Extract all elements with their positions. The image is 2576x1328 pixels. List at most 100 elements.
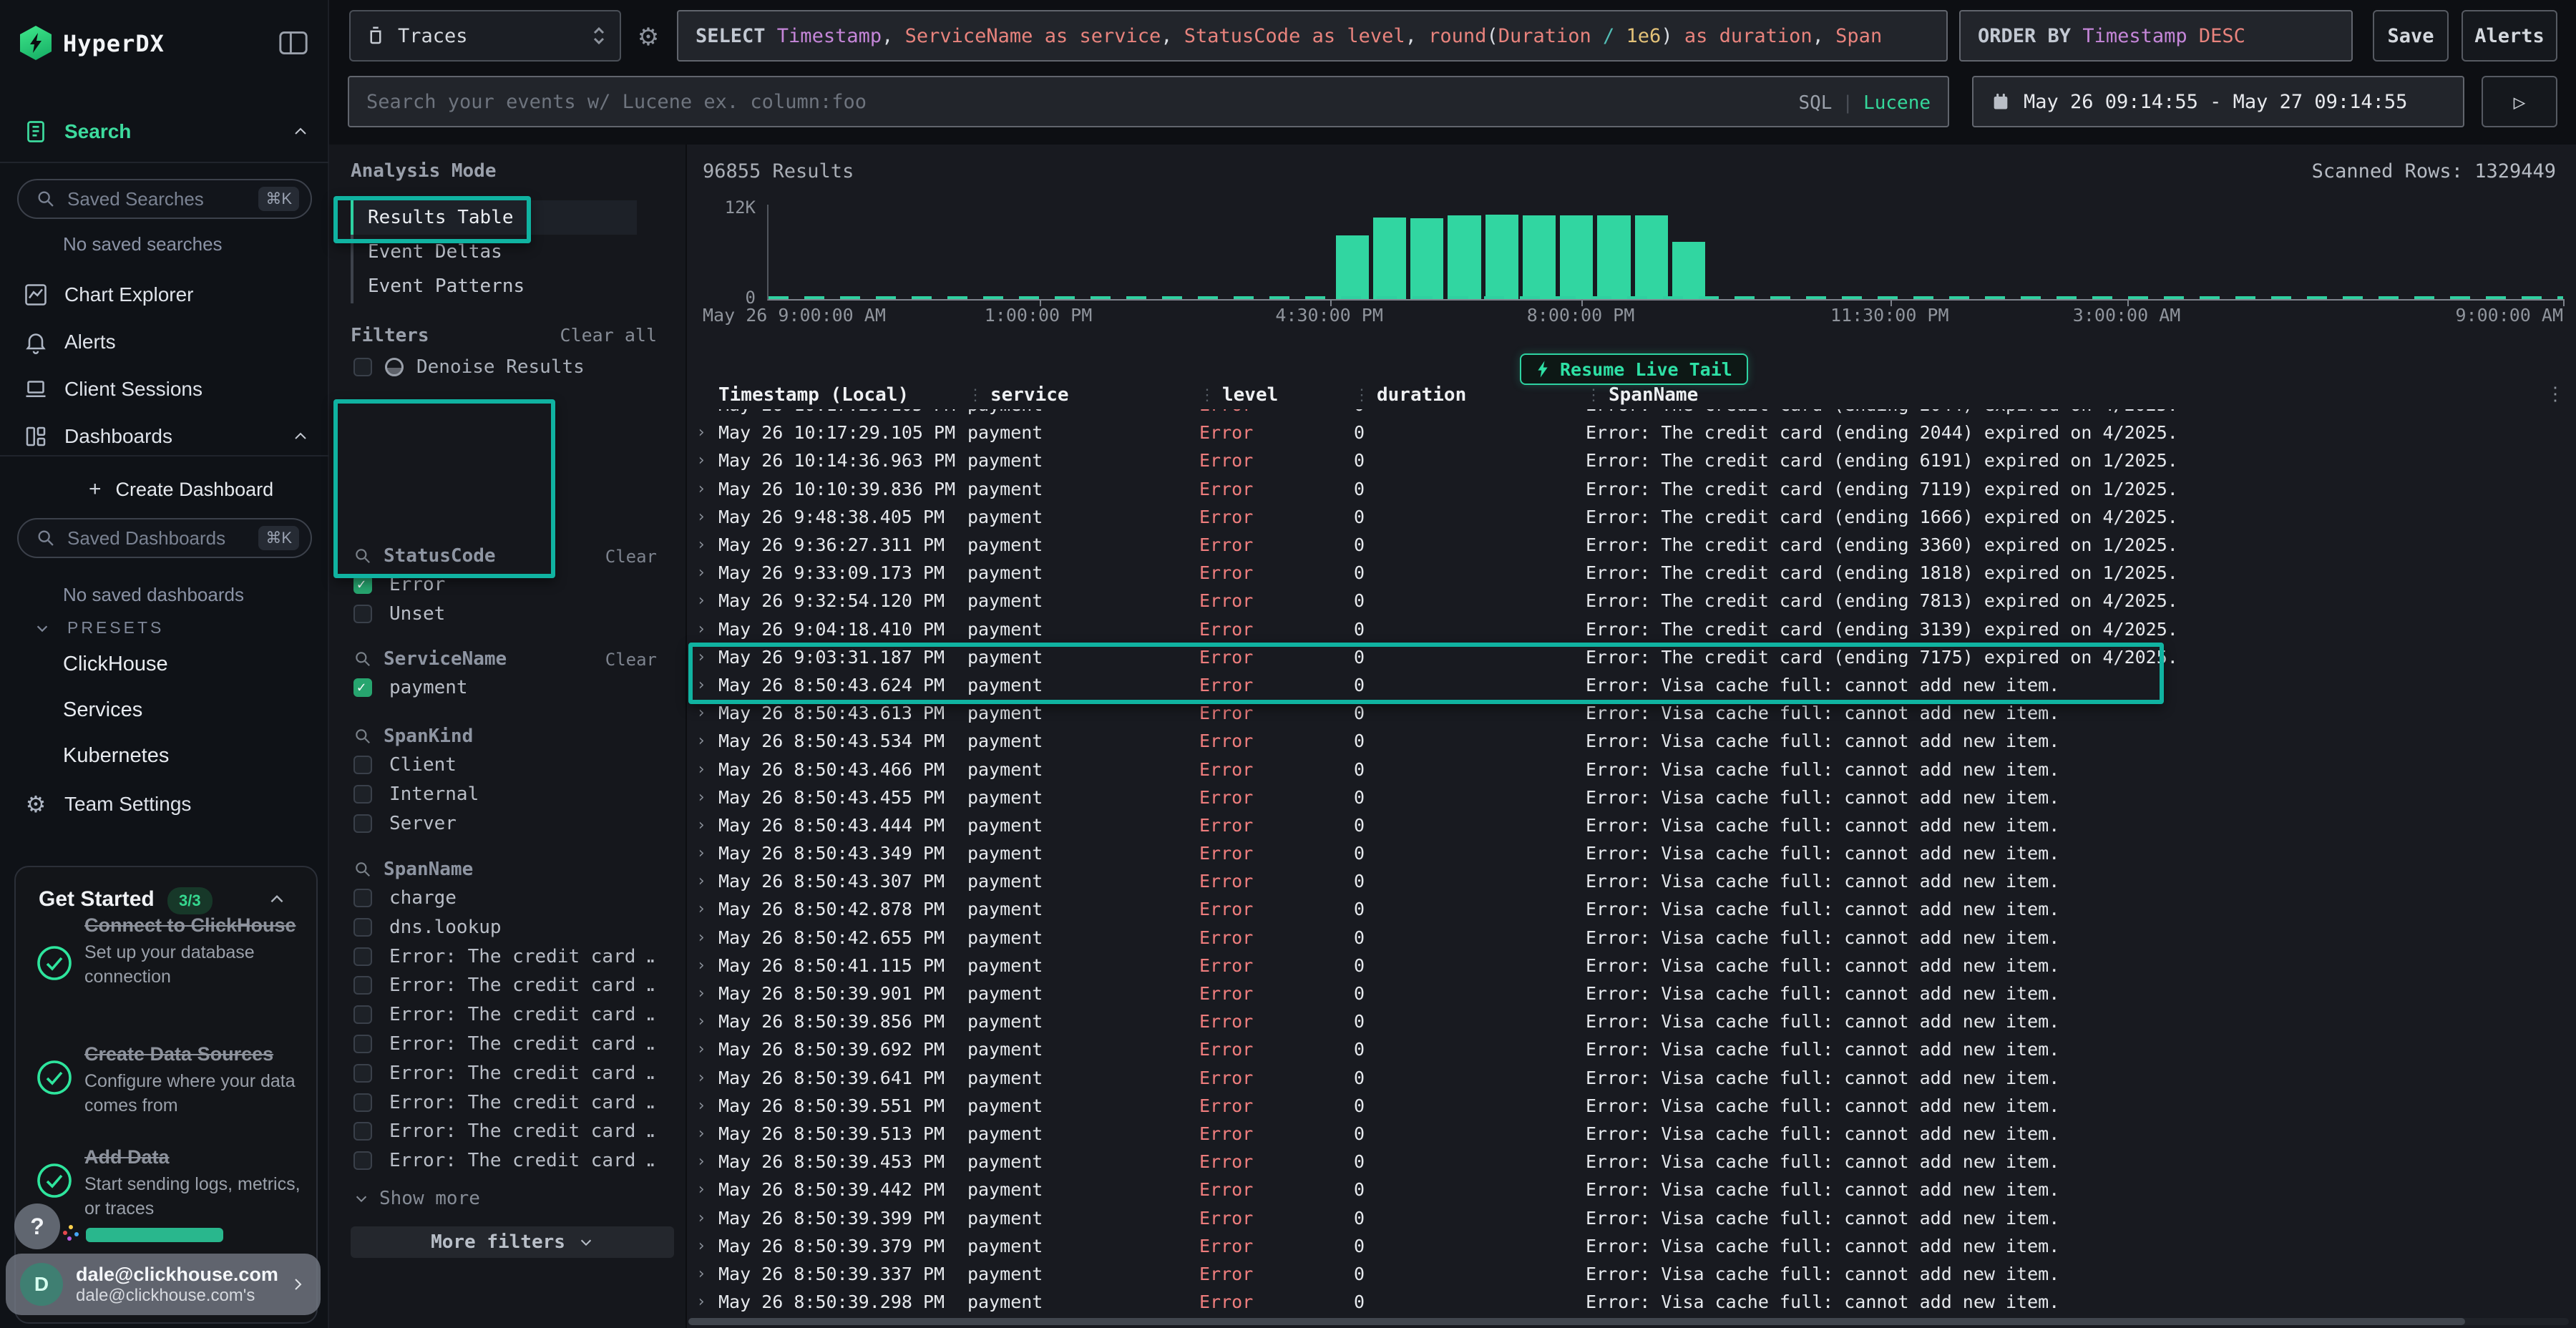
create-dashboard-button[interactable]: + Create Dashboard <box>0 472 329 507</box>
checkbox-unchecked[interactable] <box>353 785 372 804</box>
filter-option-payment[interactable]: payment <box>353 677 654 698</box>
filter-option-error-the-credit-card-[interactable]: Error: The credit card … <box>353 946 654 967</box>
checkbox-unchecked[interactable] <box>353 1122 372 1141</box>
column-drag-handle-icon[interactable]: ⋮ <box>967 386 982 404</box>
table-row[interactable]: ›May 26 9:33:09.173 PMpaymentError0Error… <box>688 559 2569 587</box>
table-row[interactable]: ›May 26 8:50:43.307 PMpaymentError0Error… <box>688 867 2569 895</box>
table-row[interactable]: ›May 26 8:50:39.399 PMpaymentError0Error… <box>688 1204 2569 1231</box>
checkbox-unchecked[interactable] <box>353 1005 372 1024</box>
clear-all-filters-button[interactable]: Clear all <box>560 325 657 346</box>
help-button[interactable]: ? <box>14 1204 60 1249</box>
source-select[interactable]: Traces <box>349 10 621 62</box>
filter-option-error-the-credit-card-[interactable]: Error: The credit card … <box>353 1092 654 1113</box>
column-header-spanname[interactable]: ⋮SpanName <box>1581 381 2569 409</box>
column-drag-handle-icon[interactable]: ⋮ <box>1199 386 1214 404</box>
table-row[interactable]: ›May 26 8:50:43.444 PMpaymentError0Error… <box>688 811 2569 839</box>
table-row[interactable]: ›May 26 8:50:43.349 PMpaymentError0Error… <box>688 839 2569 867</box>
checkbox-unchecked[interactable] <box>353 918 372 937</box>
column-drag-handle-icon[interactable]: ⋮ <box>1354 386 1368 404</box>
sidebar-item-clickhouse[interactable]: ClickHouse <box>63 653 168 676</box>
order-by-input[interactable]: ORDER BY Timestamp DESC <box>1959 10 2353 62</box>
table-row[interactable]: ›May 26 8:50:39.453 PMpaymentError0Error… <box>688 1148 2569 1176</box>
filter-option-client[interactable]: Client <box>353 754 654 776</box>
scrollbar-thumb[interactable] <box>688 1318 2465 1325</box>
alerts-button[interactable]: Alerts <box>2462 10 2557 62</box>
sidebar-item-dashboards[interactable]: Dashboards <box>0 416 329 456</box>
table-row[interactable]: ›May 26 8:50:43.455 PMpaymentError0Error… <box>688 783 2569 811</box>
user-menu[interactable]: D dale@clickhouse.com dale@clickhouse.co… <box>6 1254 321 1315</box>
table-row[interactable]: ›May 26 8:50:43.466 PMpaymentError0Error… <box>688 755 2569 783</box>
column-header-level[interactable]: ⋮level <box>1195 381 1350 409</box>
filter-option-error-the-credit-card-[interactable]: Error: The credit card … <box>353 1120 654 1142</box>
sidebar-item-services[interactable]: Services <box>63 698 142 722</box>
sidebar-item-alerts[interactable]: Alerts <box>0 322 329 362</box>
filter-option-server[interactable]: Server <box>353 813 654 834</box>
checkbox-unchecked[interactable] <box>353 358 372 376</box>
show-more-button[interactable]: Show more <box>353 1188 480 1209</box>
checkbox-checked[interactable] <box>353 678 372 697</box>
results-histogram[interactable] <box>767 205 2563 301</box>
table-row[interactable]: ›May 26 8:50:43.534 PMpaymentError0Error… <box>688 727 2569 755</box>
more-filters-button[interactable]: More filters <box>351 1226 674 1258</box>
table-row[interactable]: ›May 26 8:50:39.551 PMpaymentError0Error… <box>688 1092 2569 1120</box>
date-range-picker[interactable]: May 26 09:14:55 - May 27 09:14:55 <box>1972 76 2464 127</box>
language-lucene-option[interactable]: Lucene <box>1863 92 1931 114</box>
table-row[interactable]: ›May 26 8:50:39.379 PMpaymentError0Error… <box>688 1232 2569 1260</box>
filter-clear-button[interactable]: Clear <box>605 650 657 670</box>
checkbox-unchecked[interactable] <box>353 947 372 966</box>
sidebar-collapse-icon[interactable] <box>278 29 309 57</box>
tab-event-deltas[interactable]: Event Deltas <box>353 235 637 269</box>
search-input[interactable] <box>349 77 1948 126</box>
table-row[interactable]: ›May 26 8:50:39.513 PMpaymentError0Error… <box>688 1120 2569 1148</box>
table-row[interactable]: ›May 26 9:32:54.120 PMpaymentError0Error… <box>688 587 2569 615</box>
checkbox-unchecked[interactable] <box>353 1035 372 1053</box>
select-clause-input[interactable]: SELECT Timestamp, ServiceName as service… <box>677 10 1948 62</box>
table-row[interactable]: ›May 26 8:50:39.298 PMpaymentError0Error… <box>688 1288 2569 1316</box>
save-button[interactable]: Save <box>2373 10 2449 62</box>
table-row[interactable]: ›May 26 8:50:39.337 PMpaymentError0Error… <box>688 1260 2569 1288</box>
table-row[interactable]: ›May 26 8:50:42.655 PMpaymentError0Error… <box>688 924 2569 952</box>
tab-event-patterns[interactable]: Event Patterns <box>353 269 637 303</box>
table-row[interactable]: ›May 26 9:36:27.311 PMpaymentError0Error… <box>688 531 2569 559</box>
column-menu-icon[interactable]: ⋮ <box>2546 384 2565 405</box>
table-row[interactable]: ›May 26 8:50:39.856 PMpaymentError0Error… <box>688 1007 2569 1035</box>
checkbox-unchecked[interactable] <box>353 1151 372 1170</box>
filter-option-error-the-credit-card-[interactable]: Error: The credit card … <box>353 1004 654 1025</box>
column-header-service[interactable]: ⋮service <box>963 381 1195 409</box>
filter-option-unset[interactable]: Unset <box>353 603 654 625</box>
table-row[interactable]: ›May 26 9:03:31.187 PMpaymentError0Error… <box>688 643 2569 671</box>
table-row[interactable]: ›May 26 10:14:36.963 PMpaymentError0Erro… <box>688 446 2569 474</box>
checkbox-unchecked[interactable] <box>353 976 372 995</box>
checkbox-unchecked[interactable] <box>353 1093 372 1112</box>
denoise-results-checkbox[interactable]: Denoise Results <box>353 356 585 378</box>
table-row[interactable]: ›May 26 8:50:43.613 PMpaymentError0Error… <box>688 699 2569 727</box>
presets-section-toggle[interactable]: PRESETS <box>34 618 164 638</box>
filter-option-error-the-credit-card-[interactable]: Error: The credit card … <box>353 1150 654 1171</box>
checkbox-unchecked[interactable] <box>353 756 372 774</box>
sidebar-item-client-sessions[interactable]: Client Sessions <box>0 369 329 409</box>
table-row[interactable]: ›May 26 8:50:39.442 PMpaymentError0Error… <box>688 1176 2569 1204</box>
source-settings-gear-icon[interactable]: ⚙ <box>633 21 664 53</box>
checkbox-checked[interactable] <box>353 575 372 594</box>
sidebar-item-team-settings[interactable]: ⚙ Team Settings <box>0 784 329 824</box>
filter-option-error[interactable]: Error <box>353 574 654 595</box>
table-row[interactable]: ›May 26 8:50:41.115 PMpaymentError0Error… <box>688 952 2569 980</box>
table-row[interactable]: ›May 26 8:50:39.641 PMpaymentError0Error… <box>688 1064 2569 1092</box>
filter-option-error-the-credit-card-[interactable]: Error: The credit card … <box>353 1033 654 1055</box>
checkbox-unchecked[interactable] <box>353 1064 372 1083</box>
sidebar-item-chart-explorer[interactable]: Chart Explorer <box>0 275 329 315</box>
filter-option-error-the-credit-card-[interactable]: Error: The credit card … <box>353 975 654 996</box>
filter-option-charge[interactable]: charge <box>353 887 654 909</box>
table-row[interactable]: ›May 26 8:50:43.624 PMpaymentError0Error… <box>688 671 2569 699</box>
checkbox-unchecked[interactable] <box>353 889 372 907</box>
checkbox-unchecked[interactable] <box>353 605 372 623</box>
checkbox-unchecked[interactable] <box>353 814 372 833</box>
column-drag-handle-icon[interactable]: ⋮ <box>1586 386 1600 404</box>
column-header-duration[interactable]: ⋮duration <box>1350 381 1581 409</box>
table-row[interactable]: ›May 26 9:04:18.410 PMpaymentError0Error… <box>688 615 2569 643</box>
saved-dashboards-input[interactable]: Saved Dashboards ⌘K <box>17 518 312 558</box>
chevron-up-icon[interactable] <box>268 890 286 909</box>
sidebar-item-search[interactable]: Search <box>0 112 329 152</box>
table-row[interactable]: ›May 26 8:50:42.878 PMpaymentError0Error… <box>688 895 2569 923</box>
filter-option-dns-lookup[interactable]: dns.lookup <box>353 917 654 938</box>
